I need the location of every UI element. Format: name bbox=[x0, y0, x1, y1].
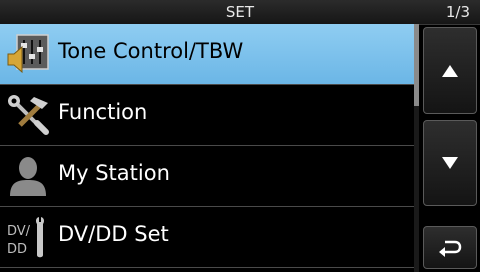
scroll-down-button[interactable] bbox=[423, 120, 477, 206]
return-arrow-icon bbox=[439, 240, 462, 257]
menu-item-label: DV/DD Set bbox=[58, 222, 169, 246]
scroll-up-button[interactable] bbox=[423, 27, 477, 114]
page-indicator: 1/3 bbox=[445, 3, 470, 21]
menu-item-tone-control[interactable]: Tone Control/TBW bbox=[0, 24, 414, 85]
up-arrow-icon bbox=[442, 64, 458, 77]
menu-item-label: Function bbox=[58, 100, 148, 124]
menu-list: Tone Control/TBW Function My Station DV/… bbox=[0, 24, 414, 268]
menu-item-label: My Station bbox=[58, 161, 170, 185]
tone-control-icon bbox=[7, 34, 49, 74]
title-bar: SET 1/3 bbox=[0, 0, 480, 25]
back-button[interactable] bbox=[423, 226, 477, 269]
screen-title: SET bbox=[225, 3, 255, 21]
scrollbar[interactable] bbox=[414, 24, 419, 272]
down-arrow-icon bbox=[442, 157, 458, 169]
menu-item-my-station[interactable]: My Station bbox=[0, 146, 414, 207]
tools-icon bbox=[8, 95, 49, 135]
dv-dd-wrench-icon: DV/ DD bbox=[7, 216, 44, 258]
svg-text:DD: DD bbox=[7, 242, 27, 257]
scrollbar-thumb[interactable] bbox=[414, 24, 419, 106]
menu-item-dv-dd-set[interactable]: DV/ DD DV/DD Set bbox=[0, 207, 414, 268]
menu-item-function[interactable]: Function bbox=[0, 85, 414, 146]
svg-text:DV/: DV/ bbox=[7, 224, 31, 239]
menu-item-label: Tone Control/TBW bbox=[58, 39, 244, 63]
person-icon bbox=[10, 157, 46, 196]
